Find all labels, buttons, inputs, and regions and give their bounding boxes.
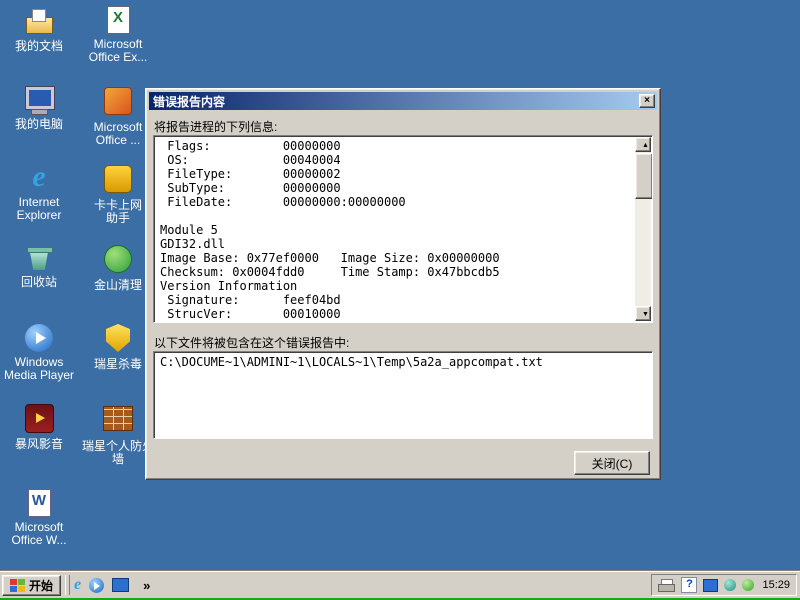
taskbar-clock[interactable]: 15:29 <box>762 579 790 591</box>
desktop-icon-word[interactable]: W Microsoft Office W... <box>3 487 75 547</box>
desktop-icon-kaka-assistant[interactable]: 卡卡上网 助手 <box>82 162 154 225</box>
network-tray-icon[interactable] <box>742 579 754 591</box>
included-file-path: C:\DOCUME~1\ADMINI~1\LOCALS~1\Temp\5a2a_… <box>154 352 652 372</box>
taskbar: 开始 e » ? 15:29 <box>0 571 800 598</box>
quick-launch-ie-icon[interactable]: e <box>74 577 81 593</box>
quick-launch-overflow-chevron[interactable]: » <box>143 578 150 593</box>
desktop-icon-office[interactable]: Microsoft Office ... <box>82 84 154 147</box>
desktop-icon-label: 瑞星个人防火 墙 <box>82 440 154 466</box>
desktop-icon-label: 金山清理 <box>82 279 154 292</box>
kingsoft-cleaner-icon <box>104 245 132 273</box>
recycle-bin-icon <box>23 242 55 274</box>
scroll-down-icon[interactable]: ▼ <box>635 306 651 321</box>
desktop-icon-label: Microsoft Office ... <box>82 121 154 147</box>
help-tray-icon[interactable]: ? <box>681 577 697 593</box>
close-button[interactable]: 关闭(C) <box>574 451 650 475</box>
rising-antivirus-icon <box>106 324 130 352</box>
start-button-label: 开始 <box>29 577 53 594</box>
desktop-icon-label: 我的电脑 <box>3 118 75 131</box>
kaka-assistant-icon <box>104 165 132 193</box>
close-icon[interactable]: × <box>639 94 655 108</box>
desktop-icon-label: Windows Media Player <box>3 356 75 382</box>
excel-icon: X <box>102 4 134 36</box>
dialog-title: 错误报告内容 <box>153 93 225 110</box>
firewall-tray-icon[interactable] <box>703 579 718 592</box>
desktop-icon-my-documents[interactable]: 我的文档 <box>3 6 75 53</box>
quick-launch-bar: e » <box>74 577 150 593</box>
quick-launch-show-desktop-icon[interactable] <box>112 578 129 592</box>
included-files-textarea[interactable]: C:\DOCUME~1\ADMINI~1\LOCALS~1\Temp\5a2a_… <box>153 351 653 439</box>
desktop-icon-label: Microsoft Office Ex... <box>82 38 154 64</box>
desktop-icon-baofeng[interactable]: 暴风影音 <box>3 402 75 451</box>
printer-tray-icon[interactable] <box>658 579 675 592</box>
word-icon: W <box>23 487 55 519</box>
desktop-icon-label: 暴风影音 <box>3 438 75 451</box>
desktop-icon-label: 回收站 <box>3 276 75 289</box>
report-content-textarea[interactable]: Flags: 00000000 OS: 00040004 FileType: 0… <box>153 135 653 323</box>
desktop-icon-kingsoft-cleaner[interactable]: 金山清理 <box>82 242 154 292</box>
desktop-icon-rising-firewall[interactable]: 瑞星个人防火 墙 <box>82 402 154 466</box>
office-icon <box>104 87 132 115</box>
system-tray: ? 15:29 <box>651 574 797 596</box>
scrollbar-thumb[interactable] <box>635 153 653 199</box>
my-computer-icon <box>23 84 55 116</box>
dialog-titlebar[interactable]: 错误报告内容 × <box>149 92 657 110</box>
baofeng-player-icon <box>25 404 54 433</box>
report-info-label: 将报告进程的下列信息: <box>154 118 277 135</box>
windows-logo-icon <box>10 579 25 592</box>
report-content-text: Flags: 00000000 OS: 00040004 FileType: 0… <box>154 136 635 323</box>
desktop-icon-internet-explorer[interactable]: e Internet Explorer <box>3 162 75 222</box>
taskbar-divider <box>65 575 70 595</box>
error-report-dialog: 错误报告内容 × 将报告进程的下列信息: Flags: 00000000 OS:… <box>145 88 661 480</box>
scroll-up-icon[interactable]: ▲ <box>635 137 651 152</box>
my-documents-icon <box>23 6 55 38</box>
desktop-icon-label: 卡卡上网 助手 <box>82 199 154 225</box>
media-player-icon <box>23 322 55 354</box>
antivirus-tray-icon[interactable] <box>724 579 736 591</box>
internet-explorer-icon: e <box>23 162 55 194</box>
start-button[interactable]: 开始 <box>2 575 61 596</box>
desktop-icon-label: 瑞星杀毒 <box>82 358 154 371</box>
desktop-icon-label: Microsoft Office W... <box>3 521 75 547</box>
scrollbar[interactable]: ▲ ▼ <box>635 137 651 321</box>
included-files-label: 以下文件将被包含在这个错误报告中: <box>154 334 349 351</box>
desktop-icon-label: Internet Explorer <box>3 196 75 222</box>
desktop-icon-excel[interactable]: X Microsoft Office Ex... <box>82 4 154 64</box>
desktop-icon-label: 我的文档 <box>3 40 75 53</box>
desktop-icon-my-computer[interactable]: 我的电脑 <box>3 84 75 131</box>
desktop-icon-recycle-bin[interactable]: 回收站 <box>3 242 75 289</box>
rising-firewall-icon <box>103 406 133 431</box>
quick-launch-media-player-icon[interactable] <box>89 578 104 593</box>
desktop-icon-windows-media-player[interactable]: Windows Media Player <box>3 322 75 382</box>
desktop-icon-rising-antivirus[interactable]: 瑞星杀毒 <box>82 322 154 371</box>
